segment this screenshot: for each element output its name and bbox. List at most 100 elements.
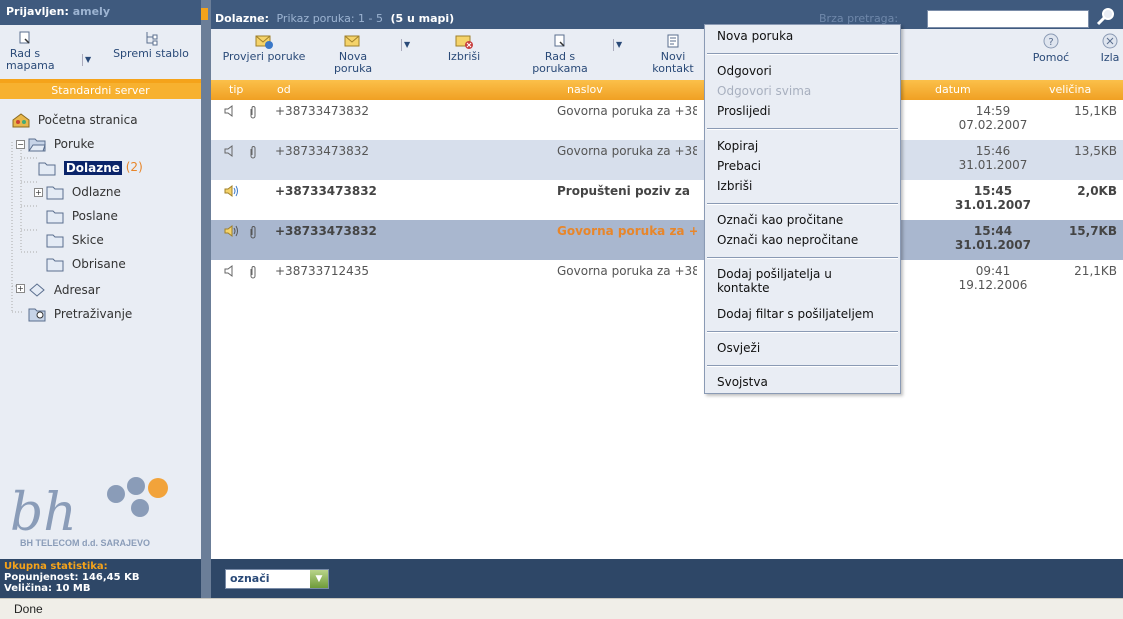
menu-item-mark-unread[interactable]: Označi kao nepročitane (717, 233, 858, 247)
menu-item-add-sender[interactable]: Dodaj pošiljatelja u kontakte (717, 267, 832, 295)
message-work-dropdown[interactable]: ▼ (613, 39, 623, 51)
message-work-button[interactable]: Rad s porukama (525, 33, 595, 75)
tree-item-sent[interactable]: Poslane (46, 206, 118, 224)
expand-outbox-toggle[interactable]: + (34, 188, 43, 197)
logged-in-label: Prijavljen: (6, 5, 69, 18)
menu-item-new-message[interactable]: Nova poruka (717, 29, 793, 43)
quick-search-input[interactable] (927, 10, 1089, 28)
message-size: 15,7KB (1068, 224, 1117, 238)
folders-work-dropdown[interactable]: ▼ (82, 54, 92, 66)
inbox-folder-icon (38, 162, 56, 175)
list-footer: označi ▼ (211, 559, 1123, 598)
message-subject: Govorna poruka za +38 (557, 144, 697, 158)
column-date[interactable]: datum (935, 80, 971, 100)
statistics-panel: Ukupna statistika: Popunjenost: 146,45 K… (0, 559, 201, 598)
home-icon (12, 112, 30, 127)
tree-label-sent: Poslane (71, 208, 118, 223)
tree-item-inbox[interactable]: Dolazne (2) (38, 158, 143, 176)
addressbook-icon (29, 282, 45, 297)
chevron-down-icon[interactable]: ▼ (310, 570, 328, 588)
menu-item-add-filter[interactable]: Dodaj filtar s pošiljateljem (717, 307, 874, 321)
message-subject: Propušteni poziv za (557, 184, 690, 198)
menu-item-delete[interactable]: Izbriši (717, 179, 752, 193)
main-area: Dolazne: Prikaz poruka: 1 - 5 (5 u mapi)… (211, 0, 1123, 598)
menu-item-mark-read[interactable]: Označi kao pročitane (717, 213, 843, 227)
table-row[interactable]: +38733473832 Govorna poruka za + 15:44 31… (211, 220, 1123, 260)
column-size[interactable]: veličina (1049, 80, 1091, 100)
column-tip[interactable]: tip (229, 80, 243, 100)
outbox-folder-icon (46, 186, 64, 199)
check-messages-button[interactable]: Provjeri poruke (215, 33, 313, 63)
table-row[interactable]: +38733473832 Propušteni poziv za 15:45 31… (211, 180, 1123, 220)
mark-select[interactable]: označi ▼ (225, 569, 329, 589)
expand-addressbook-toggle[interactable]: + (16, 284, 25, 293)
menu-item-copy[interactable]: Kopiraj (717, 139, 758, 153)
message-from: +38733473832 (275, 184, 377, 198)
logout-button[interactable]: Izla (1095, 33, 1123, 64)
tree-item-outbox[interactable]: Odlazne (46, 182, 121, 200)
message-time: 15:45 (973, 184, 1013, 198)
mark-select-value: označi (230, 572, 270, 585)
folders-work-button[interactable]: Rad s mapama (6, 30, 55, 72)
help-button[interactable]: ? Pomoć (1029, 33, 1073, 64)
message-from: +38733473832 (275, 224, 377, 238)
menu-separator (707, 365, 898, 367)
add-sender-line2: kontakte (717, 281, 770, 295)
column-subject[interactable]: naslov (567, 80, 603, 100)
browser-status-bar: Done (0, 598, 1123, 619)
logout-label: Izla (1100, 51, 1120, 64)
message-time: 09:41 (975, 264, 1011, 278)
new-contact-button[interactable]: Novi kontakt (645, 33, 701, 75)
message-subject: Govorna poruka za +38 (557, 104, 697, 118)
message-date: 15:46 31.01.2007 (943, 144, 1043, 172)
tree-label-search: Pretraživanje (53, 306, 133, 321)
menu-separator (707, 257, 898, 259)
menu-separator (707, 203, 898, 205)
delete-button[interactable]: Izbriši (439, 33, 489, 63)
top-strip (211, 0, 1123, 9)
menu-item-refresh[interactable]: Osvježi (717, 341, 760, 355)
menu-item-reply[interactable]: Odgovori (717, 64, 772, 78)
logout-icon (1102, 33, 1118, 49)
stats-occupancy: Popunjenost: 146,45 KB (4, 572, 140, 583)
collapse-messages-toggle[interactable]: − (16, 140, 25, 149)
table-row[interactable]: +38733473832 Govorna poruka za +38 15:46… (211, 140, 1123, 180)
server-label: Standardni server (0, 83, 201, 99)
menu-item-move[interactable]: Prebaci (717, 159, 761, 173)
table-row[interactable]: +38733712435 Govorna poruka za +38 09:41… (211, 260, 1123, 300)
tree-item-home[interactable]: Početna stranica (12, 110, 138, 128)
search-icon[interactable] (1095, 5, 1117, 27)
message-date: 14:59 07.02.2007 (943, 104, 1043, 132)
tree-item-search[interactable]: Pretraživanje (28, 304, 132, 322)
showing-range: Prikaz poruka: 1 - 5 (276, 12, 383, 25)
menu-item-forward[interactable]: Proslijedi (717, 104, 771, 118)
svg-text:?: ? (1048, 37, 1053, 48)
message-day: 31.01.2007 (955, 238, 1031, 252)
tree-item-drafts[interactable]: Skice (46, 230, 104, 248)
new-message-label: Nova poruka (333, 50, 373, 75)
menu-item-properties[interactable]: Svojstva (717, 375, 768, 389)
save-tree-button[interactable]: Spremi stablo (104, 30, 198, 60)
help-icon: ? (1043, 33, 1059, 49)
messages-folder-icon (28, 138, 46, 151)
save-tree-label: Spremi stablo (113, 47, 189, 60)
message-day: 19.12.2006 (958, 278, 1028, 292)
tree-label-outbox: Odlazne (71, 184, 121, 199)
voicemail-icon (224, 265, 233, 277)
table-row[interactable]: +38733473832 Govorna poruka za +38 14:59… (211, 100, 1123, 140)
column-from[interactable]: od (277, 80, 291, 100)
tree-item-addressbook[interactable]: Adresar (28, 280, 100, 298)
tree-item-messages[interactable]: Poruke (28, 134, 94, 152)
company-name: BH TELECOM d.d. SARAJEVO (20, 538, 151, 548)
tree-item-deleted[interactable]: Obrisane (46, 254, 126, 272)
check-mail-icon (255, 35, 273, 49)
new-message-dropdown[interactable]: ▼ (401, 39, 411, 51)
left-panel: Prijavljen: amely Rad s mapama ▼ Spremi … (0, 0, 201, 598)
tree-label-inbox: Dolazne (63, 160, 122, 175)
username: amely (72, 5, 110, 18)
attachment-icon (250, 266, 256, 279)
new-message-button[interactable]: Nova poruka (327, 33, 379, 75)
deleted-folder-icon (46, 258, 64, 271)
panel-splitter[interactable] (201, 0, 211, 598)
collapse-panel-handle[interactable] (201, 8, 208, 20)
